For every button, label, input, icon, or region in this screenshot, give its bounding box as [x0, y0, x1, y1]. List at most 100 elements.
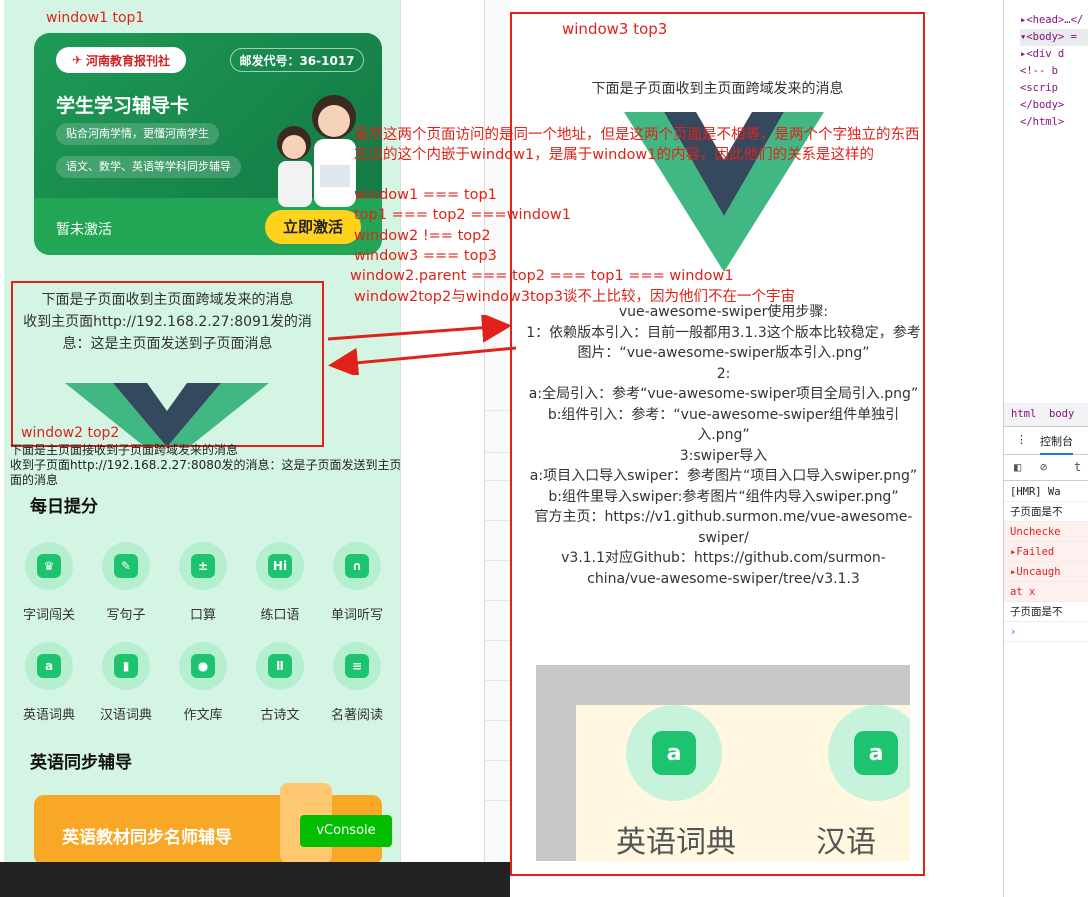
annotation: 左边的这个内嵌于window1，是属于window1的内容，因此他们的关系是这样…: [354, 147, 874, 163]
breadcrumb: html body: [1004, 403, 1088, 427]
annotation: window2 !== top2: [354, 228, 491, 244]
console-message: [HMR] Wa: [1004, 482, 1088, 502]
dom-node[interactable]: </body>: [1020, 97, 1088, 114]
console-message: 子页面是不: [1004, 502, 1088, 522]
feature-label: 单词听写: [330, 608, 383, 623]
feature-grid-item[interactable]: ≡ 名著阅读: [322, 642, 392, 723]
console-prompt[interactable]: ›: [1004, 622, 1088, 642]
dom-node[interactable]: ▾<body> =: [1020, 29, 1088, 46]
arrows-annotation: [327, 315, 517, 375]
section-title-daily: 每日提分: [30, 497, 98, 517]
card-tag: 语文、数学、英语等学科同步辅导: [56, 156, 241, 178]
feature-grid-item[interactable]: ● 作文库: [168, 642, 238, 723]
card-tag: 贴合河南学情，更懂河南学生: [56, 123, 219, 145]
annotation: top1 === top2 ===window1: [354, 207, 571, 223]
feature-grid-item[interactable]: ▮ 汉语词典: [91, 642, 161, 723]
dom-node[interactable]: </html>: [1020, 114, 1088, 131]
card-status: 暂未激活: [56, 222, 112, 238]
console-message: ▸Failed: [1004, 542, 1088, 562]
feature-grid-item[interactable]: a 英语词典: [14, 642, 84, 723]
activate-button[interactable]: 立即激活: [265, 210, 361, 244]
annotation: 虽然这两个页面访问的是同一个地址，但是这两个页面是不相等，是两个个字独立的东西: [354, 127, 920, 143]
swiper-item[interactable]: a: [828, 705, 910, 801]
dom-node[interactable]: <!-- b: [1020, 63, 1088, 80]
feature-icon: a: [25, 642, 73, 690]
window2-label: window2 top2: [21, 425, 120, 441]
swiper-carousel[interactable]: a 英语词典 a 汉语词:: [536, 665, 910, 861]
console-message: ▸Uncaugh: [1004, 562, 1088, 582]
feature-label: 口算: [189, 608, 216, 623]
breadcrumb-html[interactable]: html: [1011, 408, 1036, 420]
guide-line: 3:swiper导入: [679, 447, 768, 464]
feature-grid-item[interactable]: Hi 练口语: [245, 542, 315, 623]
guide-line: 官方主页：https://v1.github.surmon.me/vue-awe…: [534, 509, 913, 546]
dom-node[interactable]: ▸<head>…</: [1020, 12, 1088, 29]
guide-line: a:全局引入：参考“vue-awesome-swiper项目全局引入.png”: [528, 386, 919, 402]
sidebar-icon[interactable]: ◧: [1014, 460, 1021, 474]
guide-line: b:组件引入：参考：“vue-awesome-swiper组件单独引入.png”: [547, 406, 900, 444]
english-course-title: 英语教材同步名师辅导: [62, 828, 232, 848]
card-title: 学生学习辅导卡: [56, 95, 190, 117]
dom-node[interactable]: ▸<div d: [1020, 46, 1088, 63]
more-icon[interactable]: ⋮: [1016, 433, 1027, 446]
feature-grid-item[interactable]: ✎ 写句子: [91, 542, 161, 623]
annotation: window1 === top1: [354, 187, 497, 203]
feature-icon: Ⅱ: [256, 642, 304, 690]
elements-tree: ▸<head>…</▾<body> = ▸<div d <!-- b <scri…: [1004, 0, 1088, 131]
feature-grid-item[interactable]: ♛ 字词闯关: [14, 542, 84, 623]
feature-icon: ∩: [333, 542, 381, 590]
feature-grid-item[interactable]: Ⅱ 古诗文: [245, 642, 315, 723]
swiper-item[interactable]: a: [626, 705, 722, 801]
main-page-messages: 下面是主页面接收到子页面跨域发来的消息 收到子页面http://192.168.…: [10, 443, 400, 487]
feature-label: 练口语: [260, 608, 300, 623]
feature-grid-item[interactable]: ± 口算: [168, 542, 238, 623]
window3-heading: 下面是子页面收到主页面跨域发来的消息: [591, 81, 844, 97]
feature-icon: Hi: [256, 542, 304, 590]
vconsole-button[interactable]: vConsole: [300, 815, 392, 847]
annotation: window2top2与window3top3谈不上比较，因为他们不在一个宇宙: [354, 289, 795, 305]
dictionary-icon: a: [828, 705, 910, 801]
guide-line: 1：依赖版本引入：目前一般都用3.1.3这个版本比较稳定，参考图片：“vue-a…: [526, 324, 921, 362]
swiper-item-label: 汉语词:: [816, 825, 876, 860]
feature-icon: ✎: [102, 542, 150, 590]
feature-label: 字词闯关: [22, 608, 75, 623]
feature-label: 汉语词典: [99, 708, 152, 723]
section-title-english: 英语同步辅导: [30, 753, 132, 773]
feature-icon: ♛: [25, 542, 73, 590]
dom-node[interactable]: <scrip: [1020, 80, 1088, 97]
annotation: window2.parent === top2 === top1 === win…: [350, 268, 734, 284]
tab-console[interactable]: 控制台: [1040, 433, 1073, 455]
window2-message: 下面是子页面收到主页面跨域发来的消息 收到主页面http://192.168.2…: [23, 292, 312, 352]
annotation: window3 === top3: [354, 248, 497, 264]
feature-grid-item[interactable]: ∩ 单词听写: [322, 542, 392, 623]
taskbar: [0, 862, 510, 897]
feature-label: 写句子: [106, 608, 146, 623]
guide-line: v3.1.1对应Github：https://github.com/surmon…: [561, 550, 886, 587]
feature-label: 名著阅读: [330, 708, 383, 723]
guide-line: a:项目入口导入swiper：参考图片“项目入口导入swiper.png”: [529, 468, 918, 484]
window2-iframe: 下面是子页面收到主页面跨域发来的消息 收到主页面http://192.168.2…: [11, 281, 324, 447]
clear-icon[interactable]: ⊘: [1040, 460, 1047, 474]
console-message: at x: [1004, 582, 1088, 602]
console-message: 子页面是不: [1004, 602, 1088, 622]
feature-label: 英语词典: [22, 708, 75, 723]
devtools-panel: ▸<head>…</▾<body> = ▸<div d <!-- b <scri…: [1003, 0, 1088, 897]
console-message: Unchecke: [1004, 522, 1088, 542]
feature-icon: ≡: [333, 642, 381, 690]
window1-label: window1 top1: [46, 10, 145, 26]
study-card: ✈ 河南教育报刊社 邮发代号：36-1017 学生学习辅导卡 贴合河南学情，更懂河…: [34, 33, 382, 255]
console-toolbar: ◧ ⊘ t: [1004, 455, 1088, 481]
feature-icon: ●: [179, 642, 227, 690]
breadcrumb-body[interactable]: body: [1049, 408, 1074, 420]
feature-icon: ▮: [102, 642, 150, 690]
guide-line: 2:: [716, 365, 731, 382]
guide-line: b:组件里导入swiper:参考图片“组件内导入swiper.png”: [548, 488, 899, 505]
post-code: 邮发代号：36-1017: [230, 48, 364, 72]
window3-label: window3 top3: [562, 20, 668, 38]
dictionary-icon: a: [626, 705, 722, 801]
filter-input[interactable]: t: [1074, 460, 1081, 474]
swiper-item-label: 英语词典: [616, 825, 736, 860]
feature-label: 古诗文: [260, 708, 300, 723]
swiper-guide: vue-awesome-swiper使用步骤: 1：依赖版本引入：目前一般都用3.…: [526, 302, 921, 589]
window1-app: window1 top1 ✈ 河南教育报刊社 邮发代号：36-1017 学生学习辅…: [0, 0, 400, 862]
